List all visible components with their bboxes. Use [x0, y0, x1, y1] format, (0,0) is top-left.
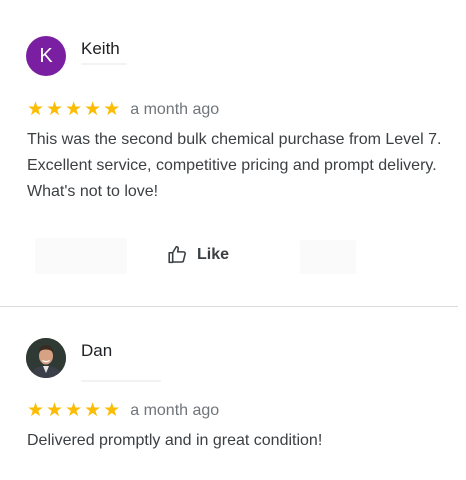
- review-date: a month ago: [130, 101, 220, 118]
- rating-row: ★ ★ ★ ★ ★ a month ago: [27, 100, 219, 120]
- rating-row: ★ ★ ★ ★ ★ a month ago: [27, 401, 219, 421]
- star-icon: ★: [65, 99, 83, 120]
- star-icon: ★: [27, 400, 45, 421]
- star-icon: ★: [84, 400, 102, 421]
- review-text: Delivered promptly and in great conditio…: [27, 432, 323, 449]
- like-label: Like: [197, 245, 230, 263]
- review-text: This was the second bulk chemical purcha…: [27, 131, 442, 200]
- star-icon: ★: [46, 400, 64, 421]
- star-icon: ★: [103, 99, 121, 120]
- star-icon: ★: [103, 400, 121, 421]
- avatar-initial: K: [39, 44, 53, 67]
- avatar[interactable]: K: [26, 36, 66, 76]
- reviewer-meta: [81, 380, 161, 382]
- star-rating: ★ ★ ★ ★ ★: [27, 100, 120, 120]
- reviewer-name[interactable]: Dan: [81, 341, 112, 361]
- avatar[interactable]: [26, 338, 66, 378]
- reviewer-name[interactable]: Keith: [81, 39, 120, 59]
- like-button[interactable]: Like: [163, 242, 233, 267]
- thumbs-up-icon: [168, 245, 186, 264]
- reviewer-meta: [81, 63, 127, 65]
- star-icon: ★: [27, 99, 45, 120]
- profile-photo: [26, 338, 66, 378]
- review-card: K Keith ★ ★ ★ ★ ★ a month ago This was t…: [0, 0, 466, 306]
- share-button-ghost: [35, 238, 127, 274]
- review-card: Dan ★ ★ ★ ★ ★ a month ago Delivered prom…: [0, 307, 466, 480]
- action-button-ghost: [300, 240, 356, 274]
- star-icon: ★: [46, 99, 64, 120]
- star-rating: ★ ★ ★ ★ ★: [27, 401, 120, 421]
- star-icon: ★: [65, 400, 83, 421]
- star-icon: ★: [84, 99, 102, 120]
- review-date: a month ago: [130, 402, 220, 419]
